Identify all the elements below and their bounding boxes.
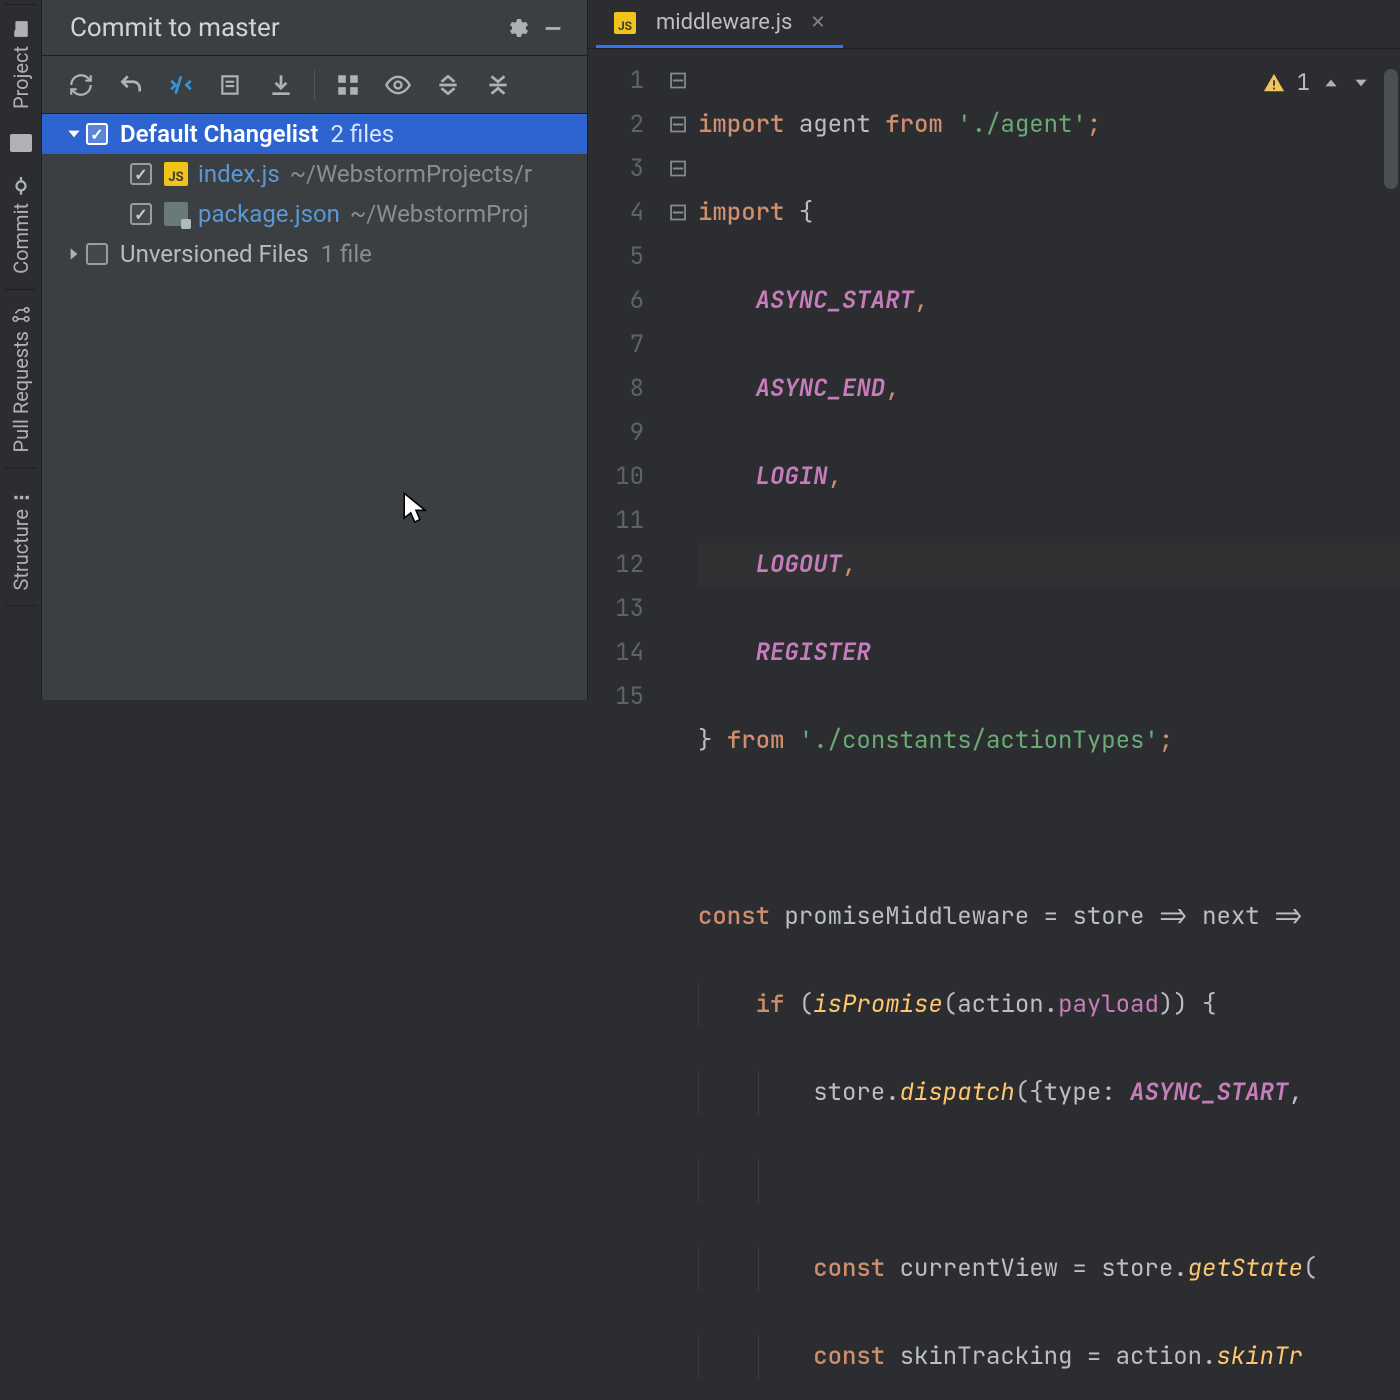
node-label: Unversioned Files [120, 240, 309, 268]
file-path: ~/WebstormProjects/r [290, 160, 532, 188]
file-name: index.js [198, 160, 280, 188]
file-path: ~/WebstormProj [350, 200, 529, 228]
fold-marker[interactable]: ⊟ [658, 191, 698, 235]
line-number: 9 [588, 411, 644, 455]
editor-tab-middleware[interactable]: JS middleware.js ✕ [596, 0, 843, 48]
changelist-button[interactable] [208, 65, 254, 105]
tool-tab-label: Structure [9, 509, 33, 590]
commit-header: Commit to master [42, 0, 587, 56]
expand-button[interactable] [425, 65, 471, 105]
line-number: 2 [588, 103, 644, 147]
folder-icon[interactable] [10, 134, 32, 152]
line-number: 7 [588, 323, 644, 367]
tool-tab-label: Pull Requests [9, 331, 33, 452]
checkbox[interactable] [86, 123, 108, 145]
tree-node-default-changelist[interactable]: Default Changelist 2 files [42, 114, 587, 154]
line-number: 10 [588, 455, 644, 499]
js-file-icon: JS [164, 162, 188, 186]
json-file-icon [164, 202, 188, 226]
minimize-button[interactable] [539, 14, 567, 42]
changelist-icon [218, 72, 244, 98]
tool-tab-structure[interactable]: Structure [5, 468, 37, 606]
checkbox[interactable] [130, 163, 152, 185]
tab-filename: middleware.js [656, 10, 792, 35]
inspection-widget[interactable]: 1 [1263, 61, 1370, 105]
tree-file-item[interactable]: package.json ~/WebstormProj [42, 194, 587, 234]
line-number: 6 [588, 279, 644, 323]
rollback-icon [118, 72, 144, 98]
rollback-button[interactable] [108, 65, 154, 105]
line-number: 4 [588, 191, 644, 235]
editor-scrollbar[interactable] [1384, 69, 1398, 189]
gutter: 1 2 3 4 5 6 7 8 9 10 11 12 13 14 15 [588, 49, 658, 1400]
minimize-icon [542, 17, 564, 39]
commit-toolbar [42, 56, 587, 114]
collapse-button[interactable] [475, 65, 521, 105]
tool-tab-label: Project [9, 46, 33, 109]
code-area[interactable]: 1 2 3 4 5 6 7 8 9 10 11 12 13 14 15 ⊟ ⊟ … [588, 49, 1400, 1400]
settings-button[interactable] [503, 14, 531, 42]
node-meta: 2 files [330, 120, 394, 148]
collapse-icon [485, 72, 511, 98]
commit-icon [12, 177, 30, 195]
tool-tab-project[interactable]: Project [5, 4, 37, 124]
chevron-up-icon[interactable] [1322, 74, 1340, 92]
line-number: 5 [588, 235, 644, 279]
editor: JS middleware.js ✕ 1 2 3 4 5 6 7 8 9 10 … [588, 0, 1400, 700]
line-number: 8 [588, 367, 644, 411]
group-icon [335, 72, 361, 98]
fold-marker[interactable]: ⊟ [658, 59, 698, 103]
fold-marker[interactable]: ⊟ [658, 103, 698, 147]
pull-request-icon [12, 305, 30, 323]
code-content[interactable]: import agent from './agent'; import { AS… [698, 49, 1400, 1400]
group-button[interactable] [325, 65, 371, 105]
line-number: 15 [588, 675, 644, 719]
shelve-button[interactable] [258, 65, 304, 105]
line-number: 1 [588, 59, 644, 103]
line-number: 14 [588, 631, 644, 675]
tool-tab-commit[interactable]: Commit [5, 162, 37, 290]
tree-file-item[interactable]: JS index.js ~/WebstormProjects/r [42, 154, 587, 194]
gear-icon [505, 16, 529, 40]
checkbox[interactable] [130, 203, 152, 225]
file-name: package.json [198, 200, 340, 228]
fold-column: ⊟ ⊟ ⊟ ⊟ [658, 49, 698, 1400]
commit-tool-window: Commit to master Default Changelist 2 fi… [42, 0, 588, 700]
structure-icon [12, 483, 30, 501]
fold-marker[interactable]: ⊟ [658, 147, 698, 191]
expand-icon [435, 72, 461, 98]
warning-count: 1 [1297, 61, 1310, 105]
line-number: 3 [588, 147, 644, 191]
diff-icon [168, 72, 194, 98]
toolbar-separator [314, 70, 315, 100]
tool-tab-pull-requests[interactable]: Pull Requests [5, 290, 37, 468]
node-label: Default Changelist [120, 120, 318, 148]
refresh-icon [68, 72, 94, 98]
chevron-down-icon[interactable] [62, 125, 86, 143]
mouse-cursor-icon [402, 492, 430, 526]
view-button[interactable] [375, 65, 421, 105]
left-tool-stripe: Project Commit Pull Requests Structure [0, 0, 42, 700]
editor-tabs: JS middleware.js ✕ [588, 0, 1400, 49]
tree-node-unversioned[interactable]: Unversioned Files 1 file [42, 234, 587, 274]
commit-title: Commit to master [70, 13, 495, 43]
eye-icon [384, 71, 412, 99]
chevron-down-icon[interactable] [1352, 74, 1370, 92]
warning-icon [1263, 72, 1285, 94]
changes-tree[interactable]: Default Changelist 2 files JS index.js ~… [42, 114, 587, 700]
diff-button[interactable] [158, 65, 204, 105]
chevron-right-icon[interactable] [62, 245, 86, 263]
js-file-icon: JS [614, 12, 636, 34]
refresh-button[interactable] [58, 65, 104, 105]
close-tab-button[interactable]: ✕ [810, 12, 825, 33]
line-number: 12 [588, 543, 644, 587]
checkbox[interactable] [86, 243, 108, 265]
tool-tab-label: Commit [9, 203, 33, 274]
node-meta: 1 file [321, 240, 372, 268]
line-number: 11 [588, 499, 644, 543]
line-number: 13 [588, 587, 644, 631]
shelve-icon [268, 72, 294, 98]
project-icon [12, 20, 30, 38]
